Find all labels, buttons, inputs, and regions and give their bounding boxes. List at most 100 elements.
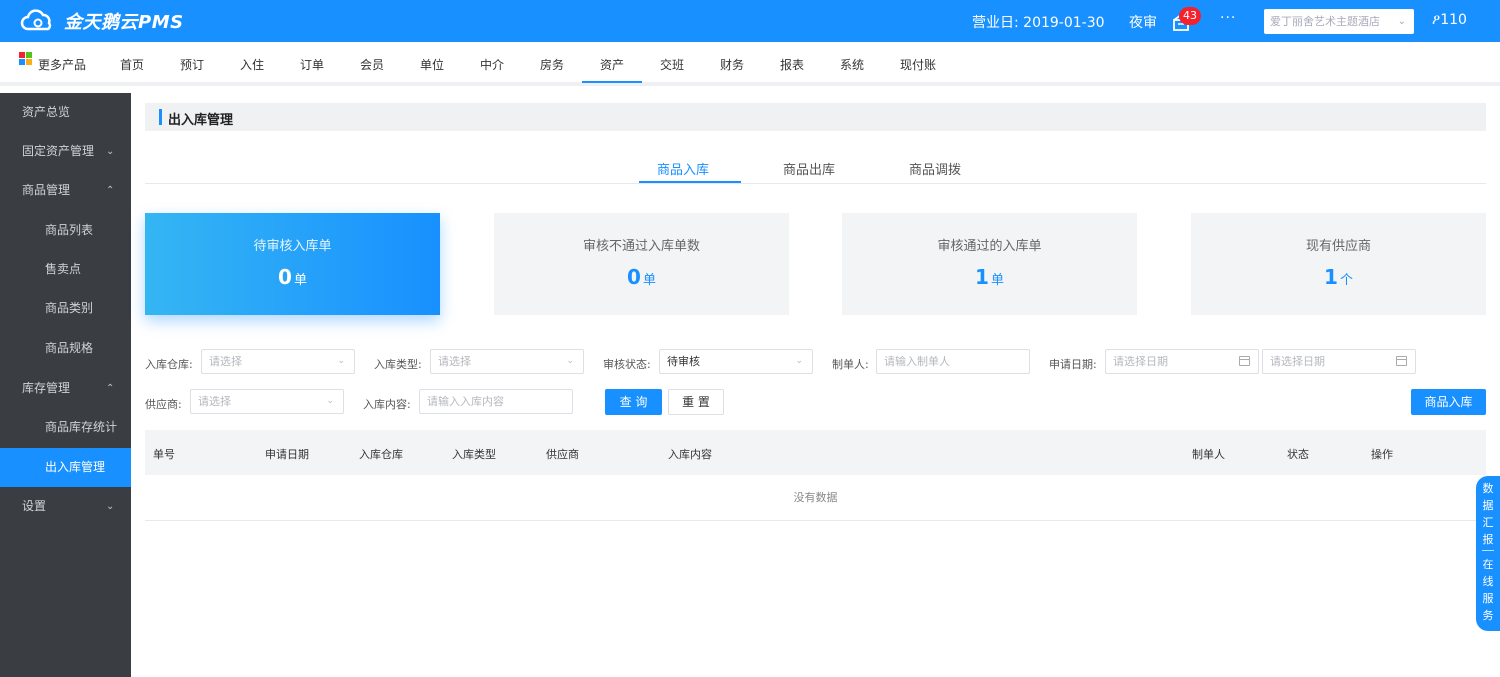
sidebar-item-label: 资产总览 (22, 105, 71, 119)
column-header[interactable]: 入库内容 (668, 446, 712, 462)
nav-active-indicator (582, 81, 642, 83)
sidebar-item-label: 出入库管理 (45, 460, 106, 474)
status-select[interactable]: 待审核 ⌄ (659, 349, 813, 374)
stat-card-number: 1 (975, 265, 989, 289)
column-header[interactable]: 制单人 (1192, 446, 1225, 462)
stat-card-suppliers[interactable]: 现有供应商 1个 (1191, 213, 1486, 315)
column-header[interactable]: 申请日期 (265, 446, 309, 462)
sidebar-item-label: 售卖点 (45, 262, 82, 276)
stat-card-rejected[interactable]: 审核不通过入库单数 0单 (494, 213, 789, 315)
nav-item-cash-account[interactable]: 现付账 (900, 56, 936, 73)
nav-item-system[interactable]: 系统 (840, 56, 864, 73)
night-audit-link[interactable]: 夜审 (1129, 12, 1157, 32)
nav-item-orders[interactable]: 订单 (300, 56, 324, 73)
sidebar-item-label: 商品库存统计 (45, 420, 118, 434)
stat-card-unit: 单 (990, 273, 1004, 288)
column-header[interactable]: 入库类型 (452, 446, 496, 462)
online-service-button[interactable]: 在 线 服 务 (1476, 556, 1500, 624)
hotel-select[interactable]: 爱丁丽舍艺术主题酒店 ⌄ (1264, 9, 1414, 34)
brand-name: 金天鹅云PMS (64, 12, 184, 33)
warehouse-select-placeholder: 请选择 (209, 355, 242, 368)
hotel-select-value: 爱丁丽舍艺术主题酒店 (1270, 15, 1380, 28)
content-input[interactable]: 请输入入库内容 (419, 389, 573, 414)
sidebar-item-inventory[interactable]: 库存管理 ⌃ (0, 369, 131, 408)
nav-item-units[interactable]: 单位 (420, 56, 444, 73)
search-button[interactable]: 查 询 (605, 389, 662, 415)
stat-card-approved[interactable]: 审核通过的入库单 1单 (842, 213, 1137, 315)
nav-item-shift[interactable]: 交班 (660, 56, 684, 73)
float-char: 务 (1482, 609, 1494, 622)
sidebar-item-sale-points[interactable]: 售卖点 (0, 250, 131, 289)
nav-item-finance[interactable]: 财务 (720, 56, 744, 73)
tab-goods-out[interactable]: 商品出库 (783, 159, 835, 178)
warehouse-select[interactable]: 请选择 ⌄ (201, 349, 355, 374)
nav-item-housekeeping[interactable]: 房务 (540, 56, 564, 73)
sidebar-item-asset-overview[interactable]: 资产总览 (0, 93, 131, 132)
warehouse-label: 入库仓库: (145, 358, 193, 371)
supplier-select[interactable]: 请选择 ⌄ (190, 389, 344, 414)
logo[interactable]: 金天鹅云PMS (18, 8, 184, 34)
column-header[interactable]: 入库仓库 (359, 446, 403, 462)
sidebar-item-goods-categories[interactable]: 商品类别 (0, 289, 131, 328)
content-label: 入库内容: (363, 398, 411, 411)
notification-badge: 43 (1179, 7, 1201, 25)
nav-item-reports[interactable]: 报表 (780, 56, 804, 73)
user-menu[interactable]: ዖ110 (1432, 12, 1467, 28)
column-header[interactable]: 供应商 (546, 446, 579, 462)
add-stock-in-button[interactable]: 商品入库 (1411, 389, 1486, 415)
sidebar-item-goods-list[interactable]: 商品列表 (0, 211, 131, 250)
tab-goods-in[interactable]: 商品入库 (657, 159, 709, 178)
stat-card-pending[interactable]: 待审核入库单 0单 (145, 213, 440, 315)
tab-active-indicator (639, 181, 741, 183)
sidebar-item-label: 商品规格 (45, 341, 94, 355)
sidebar: 资产总览 固定资产管理 ⌄ 商品管理 ⌃ 商品列表 售卖点 商品类别 商品规格 … (0, 93, 131, 677)
nav-item-agents[interactable]: 中介 (480, 56, 504, 73)
empty-text: 没有数据 (793, 491, 838, 504)
stat-card-label: 审核不通过入库单数 (582, 239, 700, 254)
column-header[interactable]: 单号 (153, 446, 175, 462)
date-end-input[interactable]: 请选择日期 (1262, 349, 1416, 374)
table-empty-row: 没有数据 (145, 475, 1486, 521)
type-select[interactable]: 请选择 ⌄ (430, 349, 584, 374)
table-header: 单号 申请日期 入库仓库 入库类型 供应商 入库内容 制单人 状态 操作 (145, 430, 1486, 475)
float-char: 数 (1482, 482, 1494, 495)
sidebar-item-label: 商品类别 (45, 301, 94, 315)
stat-card-label: 待审核入库单 (253, 239, 332, 254)
creator-input[interactable]: 请输入制单人 (876, 349, 1030, 374)
sidebar-item-goods-specs[interactable]: 商品规格 (0, 329, 131, 368)
date-start-input[interactable]: 请选择日期 (1105, 349, 1259, 374)
data-report-button[interactable]: 数 据 汇 报 (1476, 480, 1500, 548)
column-header[interactable]: 状态 (1287, 446, 1309, 462)
sidebar-item-goods-management[interactable]: 商品管理 ⌃ (0, 171, 131, 210)
sidebar-item-label: 商品列表 (45, 223, 94, 237)
stat-card-unit: 个 (1339, 273, 1353, 288)
sidebar-item-stock-stats[interactable]: 商品库存统计 (0, 408, 131, 447)
chevron-down-icon: ⌄ (326, 396, 334, 406)
nav-item-members[interactable]: 会员 (360, 56, 384, 73)
stat-card-label: 现有供应商 (1305, 239, 1371, 254)
sidebar-item-fixed-assets[interactable]: 固定资产管理 ⌄ (0, 132, 131, 171)
more-icon[interactable]: ··· (1220, 10, 1236, 26)
nav-item-booking[interactable]: 预订 (180, 56, 204, 73)
creator-input-placeholder: 请输入制单人 (884, 355, 950, 368)
supplier-label: 供应商: (145, 398, 182, 411)
sidebar-item-settings[interactable]: 设置 ⌄ (0, 487, 131, 526)
nav-item-home[interactable]: 首页 (120, 56, 144, 73)
sidebar-item-stock-in-out[interactable]: 出入库管理 (0, 448, 131, 487)
column-header[interactable]: 操作 (1371, 446, 1393, 462)
stat-card-number: 0 (627, 265, 641, 289)
stat-card-value: 0单 (145, 265, 440, 289)
nav-more-products[interactable]: 更多产品 (38, 56, 86, 73)
sidebar-item-label: 库存管理 (22, 381, 71, 395)
reset-button[interactable]: 重 置 (668, 389, 724, 415)
chevron-down-icon: ⌄ (106, 146, 115, 157)
tab-bar: 商品入库 商品出库 商品调拨 (145, 154, 1486, 184)
nav-item-checkin[interactable]: 入住 (240, 56, 264, 73)
stat-card-number: 0 (278, 265, 292, 289)
nav-item-assets[interactable]: 资产 (600, 56, 624, 73)
tab-goods-transfer[interactable]: 商品调拨 (909, 159, 961, 178)
date-label: 申请日期: (1049, 358, 1097, 371)
sidebar-item-label: 固定资产管理 (22, 144, 95, 158)
float-char: 据 (1482, 499, 1494, 512)
products-grid-icon[interactable] (19, 52, 33, 66)
